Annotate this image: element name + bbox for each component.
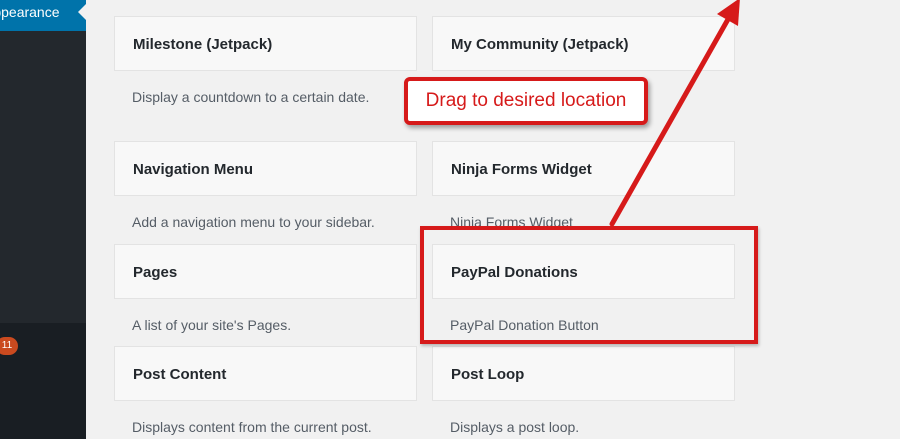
annotation-arrow-icon xyxy=(609,0,740,227)
annotation-callout: Drag to desired location xyxy=(404,77,648,125)
